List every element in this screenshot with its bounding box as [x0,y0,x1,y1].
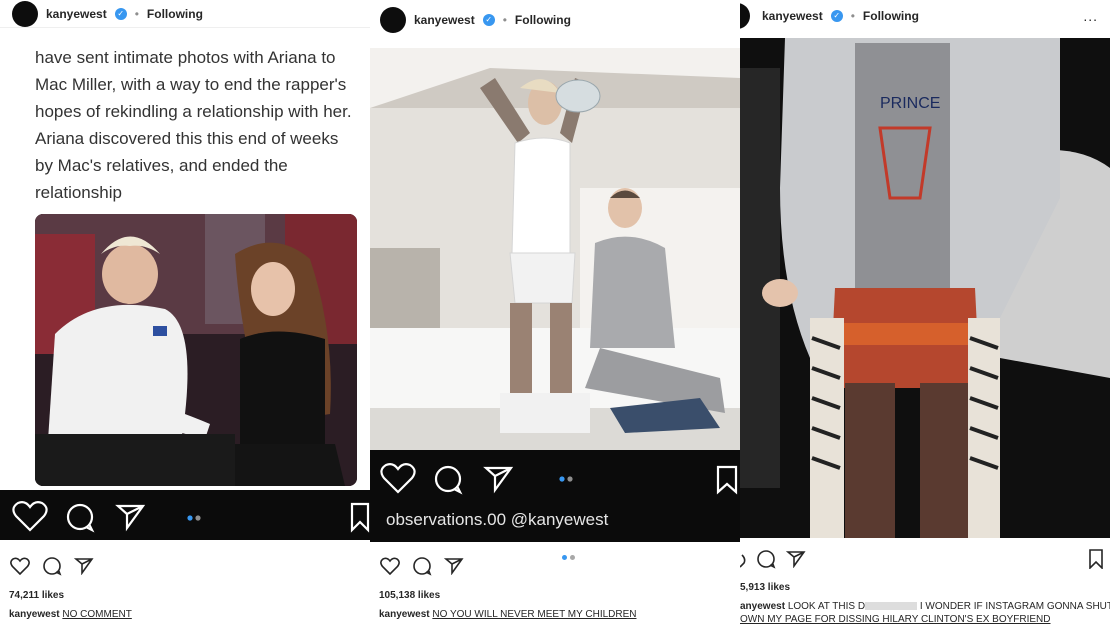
post-panel-2: kanyewest ✓ • Following observations.00 … [370,0,740,624]
verified-badge-icon: ✓ [830,10,843,22]
caption-line-2: OWN MY PAGE FOR DISSING HILARY CLINTON'S… [740,614,1051,624]
following-button[interactable]: Following [515,13,571,27]
verified-badge-icon: ✓ [482,14,495,26]
tweet-line-cut [35,28,355,44]
embedded-photo [35,214,357,486]
overlay-watermark-text: observations.00 @kanyewest [386,510,609,529]
tweet-line: by Mac's relatives, and ended the [35,156,288,175]
post-image[interactable]: PRINCE [740,38,1110,538]
tweet-line: relationship [35,183,122,202]
caption-username[interactable]: anyewest [740,601,785,612]
caption: kanyewest NO YOU WILL NEVER MEET MY CHIL… [379,608,637,621]
like-count[interactable]: 105,138 likes [379,590,440,601]
more-options-icon[interactable]: ... [1083,8,1098,24]
separator-dot: • [134,6,139,21]
post-image[interactable] [370,48,740,450]
heart-icon[interactable] [740,549,746,569]
separator-dot: • [502,13,507,27]
like-count[interactable]: 5,913 likes [740,582,790,593]
username[interactable]: kanyewest [762,9,823,23]
caption-text: LOOK AT THIS D [787,601,866,612]
post-panel-1: kanyewest ✓ • Following have sent intima… [0,0,370,624]
post-image[interactable]: have sent intimate photos with Ariana to… [0,28,370,490]
photo-room-scene [370,48,740,450]
action-bar [0,556,370,576]
share-icon[interactable] [444,557,464,575]
comment-icon[interactable] [756,549,776,569]
tweet-line: hopes of rekindling a relationship with … [35,102,352,121]
following-button[interactable]: Following [863,9,919,23]
avatar[interactable] [380,7,406,33]
share-icon[interactable] [786,550,806,568]
caption-username[interactable]: kanyewest [379,609,430,620]
caption-username[interactable]: kanyewest [9,609,60,620]
share-icon[interactable] [74,557,94,575]
post-header: kanyewest ✓ • Following ... [740,0,1110,32]
verified-badge-icon: ✓ [114,7,127,20]
caption: anyewest LOOK AT THIS D I WONDER IF INST… [740,600,1110,624]
bar-icons [12,501,370,533]
post-header: kanyewest ✓ • Following [370,0,740,40]
separator-dot: • [850,9,855,23]
heart-icon[interactable] [10,557,30,575]
action-bar [370,556,740,576]
like-count[interactable]: 74,211 likes [9,590,64,601]
comment-icon[interactable] [42,556,62,576]
following-button[interactable]: Following [147,7,203,21]
tweet-text: have sent intimate photos with Ariana to… [35,28,355,206]
heart-icon[interactable] [380,557,400,575]
post-header: kanyewest ✓ • Following [0,0,370,28]
svg-text:PRINCE: PRINCE [880,95,940,112]
post-panel-3: kanyewest ✓ • Following ... PRINCE 5,913… [740,0,1110,624]
tweet-line: Ariana discovered this this end of weeks [35,129,339,148]
photo-street-night: PRINCE [740,38,1110,538]
avatar[interactable] [12,0,38,27]
action-bar [740,549,1110,569]
tweet-line: have sent intimate photos with Ariana to [35,48,336,67]
image-bottom-bar [0,490,370,540]
photo-couple-illustration [35,214,357,486]
avatar[interactable] [740,3,750,29]
comment-icon[interactable] [412,556,432,576]
tweet-line: Mac Miller, with a way to end the rapper… [35,75,347,94]
caption-text: NO COMMENT [62,609,132,620]
bookmark-icon[interactable] [1088,549,1104,569]
caption-text: NO YOU WILL NEVER MEET MY CHILDREN [432,609,637,620]
username[interactable]: kanyewest [414,13,475,27]
caption-text: I WONDER IF INSTAGRAM GONNA SHUT [919,601,1110,612]
caption-line-1: anyewest LOOK AT THIS D I WONDER IF INST… [740,600,1110,613]
caption-censor [865,602,918,611]
username[interactable]: kanyewest [46,7,107,21]
caption: kanyewest NO COMMENT [9,608,132,621]
bar-icons [380,463,738,495]
